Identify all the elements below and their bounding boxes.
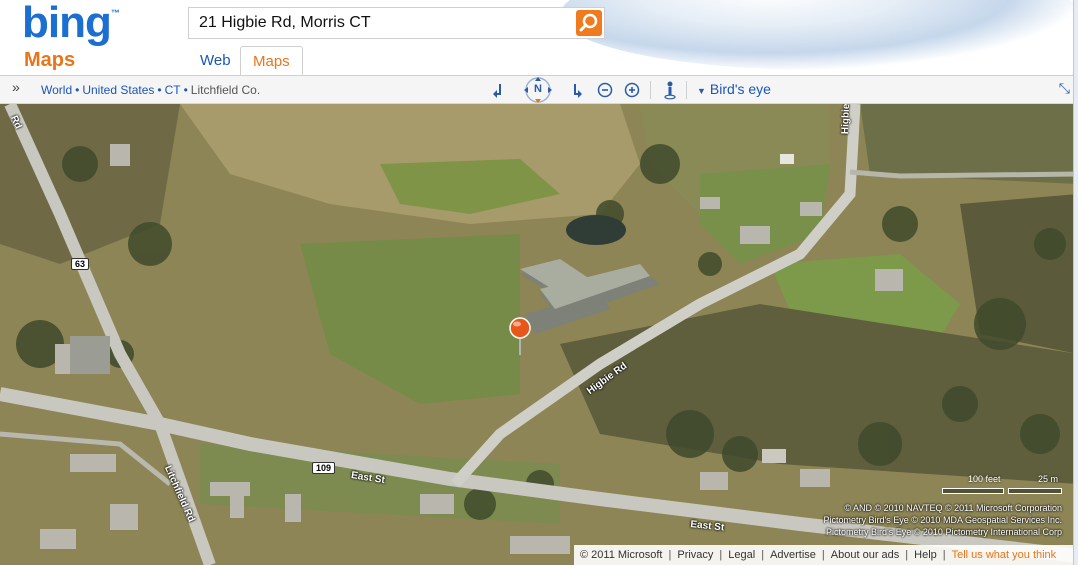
footer-link-privacy[interactable]: Privacy bbox=[677, 549, 713, 561]
copyright-line: Pictometry Bird's Eye © 2010 Pictometry … bbox=[826, 527, 1062, 537]
scale-bar-meters bbox=[1008, 488, 1062, 494]
search-button[interactable] bbox=[576, 10, 602, 36]
road-label: Higbie Rd bbox=[840, 104, 853, 135]
breadcrumb-separator: • bbox=[183, 83, 188, 97]
breadcrumb-litchfield: Litchfield Co. bbox=[190, 83, 261, 97]
breadcrumb-united-states[interactable]: United States bbox=[82, 83, 154, 97]
breadcrumb-separator: • bbox=[157, 83, 162, 97]
scale-feet: 100 feet bbox=[968, 474, 1001, 484]
map-toolbar: » World • United States • CT • Litchfield Co. … bbox=[0, 75, 1078, 104]
rotate-left-icon[interactable] bbox=[487, 76, 509, 104]
footer: © 2011 Microsoft | Privacy | Legal | Advertise… bbox=[574, 545, 1078, 565]
view-mode-label: Bird's eye bbox=[709, 81, 771, 97]
footer-separator: | bbox=[719, 549, 723, 561]
tab-maps[interactable]: Maps bbox=[240, 46, 303, 75]
breadcrumb: World • United States • CT • Litchfield Co. bbox=[41, 83, 260, 97]
footer-separator: | bbox=[668, 549, 672, 561]
header-background-globe bbox=[560, 0, 1078, 70]
footer-copyright: © 2011 Microsoft bbox=[580, 549, 663, 561]
map-scale: 100 feet 25 m bbox=[940, 474, 1065, 496]
rotate-right-icon[interactable] bbox=[566, 76, 588, 104]
zoom-in-icon[interactable] bbox=[621, 76, 643, 104]
footer-separator: | bbox=[761, 549, 765, 561]
compass-control[interactable]: N bbox=[515, 76, 561, 104]
toolbar-divider bbox=[650, 81, 651, 99]
scale-bar-feet bbox=[942, 488, 1004, 494]
footer-link-legal[interactable]: Legal bbox=[728, 549, 755, 561]
header: bing™ Maps Web Maps bbox=[0, 0, 1078, 75]
streetside-person-icon[interactable] bbox=[659, 76, 681, 104]
logo-text: bing bbox=[22, 0, 112, 47]
footer-separator: | bbox=[821, 549, 825, 561]
map-canvas[interactable]: Higbie Rd Higbie Rd East St East St Litc… bbox=[0, 104, 1078, 565]
map-copyright: © AND © 2010 NAVTEQ © 2011 Microsoft Cor… bbox=[824, 502, 1062, 538]
search-icon bbox=[579, 13, 598, 32]
window-frame-right bbox=[1073, 0, 1078, 565]
footer-feedback-link[interactable]: Tell us what you think bbox=[952, 549, 1057, 561]
aerial-imagery bbox=[0, 104, 1078, 565]
breadcrumb-separator: • bbox=[75, 83, 80, 97]
footer-link-about-ads[interactable]: About our ads bbox=[831, 549, 900, 561]
copyright-line: Pictometry Bird's Eye © 2010 MDA Geospat… bbox=[823, 515, 1062, 525]
route-shield: 109 bbox=[312, 462, 336, 474]
search-box bbox=[188, 7, 605, 39]
expand-panel-icon[interactable]: » bbox=[12, 79, 20, 95]
breadcrumb-ct[interactable]: CT bbox=[165, 83, 181, 97]
scale-meters: 25 m bbox=[1038, 474, 1059, 484]
compass-label: N bbox=[534, 83, 542, 95]
toolbar-divider bbox=[686, 81, 687, 99]
section-title: Maps bbox=[24, 49, 76, 71]
trademark-icon: ™ bbox=[110, 8, 120, 18]
footer-separator: | bbox=[942, 549, 946, 561]
footer-link-help[interactable]: Help bbox=[914, 549, 937, 561]
breadcrumb-world[interactable]: World bbox=[41, 83, 72, 97]
copyright-line: © AND © 2010 NAVTEQ © 2011 Microsoft Cor… bbox=[844, 503, 1062, 513]
tab-web[interactable]: Web bbox=[188, 46, 243, 75]
dropdown-arrow-icon: ▼ bbox=[697, 86, 706, 96]
footer-link-advertise[interactable]: Advertise bbox=[770, 549, 816, 561]
search-input[interactable] bbox=[189, 8, 579, 38]
footer-separator: | bbox=[905, 549, 909, 561]
zoom-out-icon[interactable] bbox=[594, 76, 616, 104]
collapse-toolbar-icon[interactable]: ⤡ bbox=[1059, 80, 1070, 97]
location-pushpin-icon[interactable] bbox=[508, 317, 532, 357]
route-shield: 63 bbox=[71, 258, 90, 270]
bing-logo[interactable]: bing™ bbox=[22, 0, 120, 48]
view-mode-dropdown[interactable]: ▼ Bird's eye bbox=[697, 81, 771, 97]
